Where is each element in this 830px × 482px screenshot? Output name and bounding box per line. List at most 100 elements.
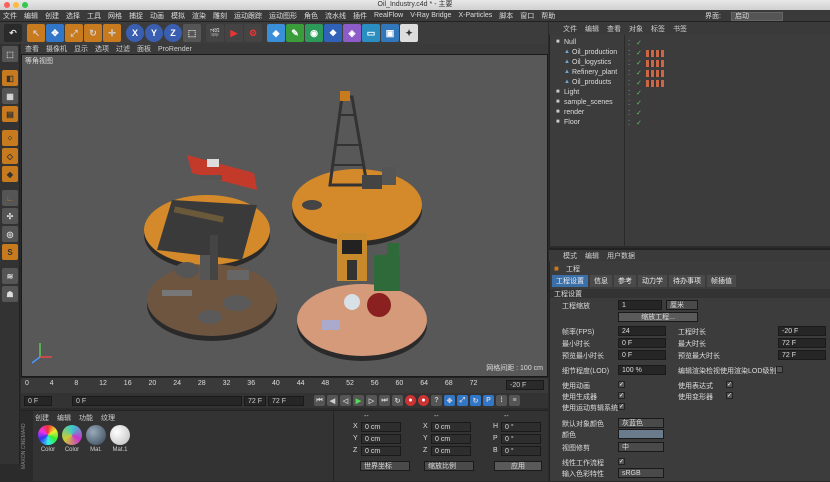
light-icon[interactable]: ✦ (400, 24, 418, 42)
enable-check-icon[interactable]: ✓ (636, 69, 642, 77)
snapping-icon[interactable]: S (2, 244, 18, 260)
attr-menu-0[interactable]: 模式 (563, 251, 577, 261)
object-menu-3[interactable]: 对象 (629, 24, 643, 34)
enable-check-icon[interactable]: ✓ (636, 39, 642, 47)
use-expressions-checkbox[interactable]: ✓ (726, 381, 733, 388)
next-frame-icon[interactable]: ▷ (366, 395, 377, 406)
scale-value[interactable]: 1 (618, 300, 662, 310)
enable-check-icon[interactable]: ✓ (636, 119, 642, 127)
linear-workflow-checkbox[interactable]: ✓ (618, 458, 625, 465)
visibility-toggle-icon[interactable]: ⁚ (628, 49, 630, 57)
texture-mode-icon[interactable]: ▦ (2, 88, 18, 104)
axis-mode-icon[interactable]: ∟ (2, 190, 18, 206)
menu-5[interactable]: 网格 (108, 11, 122, 21)
points-mode-icon[interactable]: ⁘ (2, 130, 18, 146)
object-menu-0[interactable]: 文件 (563, 24, 577, 34)
attr-tab-1[interactable]: 信息 (590, 275, 612, 287)
end-frame-field[interactable]: 72 F (268, 395, 304, 406)
menu-19[interactable]: 脚本 (499, 11, 513, 21)
min-time-field[interactable]: 0 F (618, 338, 666, 348)
model-mode-icon[interactable]: ◧ (2, 70, 18, 86)
coord-value-field[interactable]: 0 cm (361, 434, 401, 444)
menu-8[interactable]: 模拟 (171, 11, 185, 21)
close-window-button[interactable] (4, 2, 10, 8)
color-swatch[interactable] (618, 429, 664, 439)
viewport-menu-2[interactable]: 显示 (74, 44, 88, 54)
material-menu-2[interactable]: 功能 (79, 413, 93, 423)
material-tag-icon[interactable] (646, 80, 664, 87)
rotate-icon[interactable]: ↻ (84, 24, 102, 42)
visibility-toggle-icon[interactable]: ⁚ (628, 89, 630, 97)
object-row[interactable]: ▲ Oil_logystics ⁚ ✓ (550, 59, 830, 69)
material-tag-icon[interactable] (646, 70, 664, 77)
visibility-toggle-icon[interactable]: ⁚ (628, 119, 630, 127)
menu-21[interactable]: 帮助 (541, 11, 555, 21)
menu-14[interactable]: 流水线 (325, 11, 346, 21)
tweak-mode-icon[interactable]: ✣ (2, 208, 18, 224)
attr-tab-5[interactable]: 帧插值 (707, 275, 736, 287)
previous-key-icon[interactable]: ◀ (327, 395, 338, 406)
zoom-window-button[interactable] (22, 2, 28, 8)
object-row[interactable]: ■ Light ⁚ ✓ (550, 89, 830, 99)
render-settings-icon[interactable]: ⚙ (244, 24, 262, 42)
record-icon[interactable]: ● (405, 395, 416, 406)
enable-check-icon[interactable]: ✓ (636, 109, 642, 117)
y-axis-icon[interactable]: Y (145, 24, 163, 42)
material-menu-3[interactable]: 纹理 (101, 413, 115, 423)
timeline-menu-icon[interactable]: ≡ (509, 395, 520, 406)
preview-min-field[interactable]: 0 F (618, 350, 666, 360)
workplane-icon[interactable]: ▤ (2, 106, 18, 122)
viewport-menu-0[interactable]: 查看 (25, 44, 39, 54)
menu-7[interactable]: 动画 (150, 11, 164, 21)
enable-check-icon[interactable]: ✓ (636, 59, 642, 67)
fps-field[interactable]: 24 (618, 326, 666, 336)
menu-20[interactable]: 窗口 (520, 11, 534, 21)
attr-tab-0[interactable]: 工程设置 (552, 275, 588, 287)
x-axis-icon[interactable]: X (126, 24, 144, 42)
z-axis-icon[interactable]: Z (164, 24, 182, 42)
menu-16[interactable]: RealFlow (374, 12, 403, 19)
use-deformers-checkbox[interactable]: ✓ (726, 392, 733, 399)
use-generators-checkbox[interactable]: ✓ (618, 392, 625, 399)
previous-frame-icon[interactable]: ◁ (340, 395, 351, 406)
render-picture-viewer-icon[interactable]: ▶ (225, 24, 243, 42)
duration-field[interactable]: -20 F (778, 326, 826, 336)
object-menu-1[interactable]: 编辑 (585, 24, 599, 34)
visibility-toggle-icon[interactable]: ⁚ (628, 109, 630, 117)
use-motion-system-checkbox[interactable]: ✓ (618, 403, 625, 410)
recent-tool-icon[interactable]: ✛ (103, 24, 121, 42)
material-menu-0[interactable]: 创建 (35, 413, 49, 423)
attr-tab-2[interactable]: 参考 (614, 275, 636, 287)
undo-button[interactable]: ↶ (4, 24, 22, 42)
cube-icon[interactable]: ◆ (267, 24, 285, 42)
attr-tab-4[interactable]: 待办事项 (669, 275, 705, 287)
layers-icon[interactable]: ≋ (2, 268, 18, 284)
key-selection-icon[interactable]: ? (431, 395, 442, 406)
use-animation-checkbox[interactable]: ✓ (618, 381, 625, 388)
minimize-window-button[interactable] (13, 2, 19, 8)
scale-project-button[interactable]: 缩放工程... (618, 312, 698, 322)
object-menu-2[interactable]: 查看 (607, 24, 621, 34)
coord-value-field[interactable]: 0 cm (431, 434, 471, 444)
coord-value-field[interactable]: 0 ° (501, 434, 541, 444)
timeline-ruler[interactable]: 0 4 8 12 16 20 24 28 32 36 40 44 48 52 56 60 64 68 72 -20 … (21, 377, 548, 393)
rotation-key-icon[interactable]: ↻ (470, 395, 481, 406)
go-to-end-icon[interactable]: ⏭ (379, 395, 390, 406)
object-row[interactable]: ■ Null ⁚ ✓ (550, 39, 830, 49)
enable-check-icon[interactable]: ✓ (636, 79, 642, 87)
material-tag-icon[interactable] (646, 60, 664, 67)
material-swatch[interactable]: Color (37, 425, 59, 453)
material-swatch[interactable]: Mat. (85, 425, 107, 453)
visibility-toggle-icon[interactable]: ⁚ (628, 79, 630, 87)
menu-10[interactable]: 雕刻 (213, 11, 227, 21)
polygons-mode-icon[interactable]: ◆ (2, 166, 18, 182)
coord-value-field[interactable]: 0 cm (361, 422, 401, 432)
spline-pen-icon[interactable]: ✎ (286, 24, 304, 42)
layout-select[interactable]: 启动 (731, 11, 783, 21)
scale-icon[interactable]: ⤢ (65, 24, 83, 42)
object-row[interactable]: ▲ Oil_production ⁚ ✓ (550, 49, 830, 59)
coordinate-system-icon[interactable]: ⬚ (183, 24, 201, 42)
size-mode-select[interactable]: 缩放比例 (424, 461, 474, 471)
viewport[interactable]: 等角视图 网格间距: 100 cm (21, 54, 548, 377)
preview-range-slider[interactable]: 0 F (72, 395, 242, 406)
